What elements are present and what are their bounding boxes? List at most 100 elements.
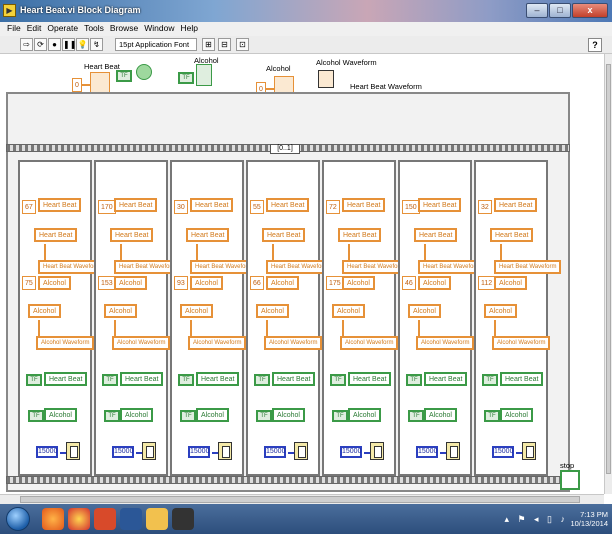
menu-tools[interactable]: Tools [81, 22, 107, 36]
wait-ms-icon[interactable] [522, 442, 536, 460]
heart-beat-local[interactable]: Heart Beat [338, 228, 382, 242]
vertical-scroll-thumb[interactable] [606, 64, 611, 474]
wait-ms-const[interactable]: 15000 [416, 446, 438, 458]
heart-beat-local[interactable]: Heart Beat [34, 228, 78, 242]
led-indicator-icon[interactable] [136, 64, 152, 80]
alc-numeric-const[interactable]: 46 [402, 276, 416, 290]
alcohol-local[interactable]: Alcohol [190, 276, 223, 290]
start-button[interactable] [6, 507, 30, 531]
bool-const[interactable]: TF [26, 374, 42, 386]
word-icon[interactable] [120, 508, 142, 530]
font-selector[interactable]: 15pt Application Font [115, 38, 197, 51]
retain-wire-values-icon[interactable]: ↯ [90, 38, 103, 51]
alcohol-led-icon[interactable] [196, 64, 212, 86]
bool-const-2[interactable]: TF [178, 72, 194, 84]
alcohol-local[interactable]: Alcohol [484, 304, 517, 318]
alcohol-led-local[interactable]: Alcohol [424, 408, 457, 422]
vertical-scrollbar[interactable] [604, 54, 612, 494]
alc-numeric-const[interactable]: 66 [250, 276, 264, 290]
alcohol-local[interactable]: Alcohol [104, 304, 137, 318]
alcohol-local[interactable]: Alcohol [266, 276, 299, 290]
horizontal-scrollbar[interactable] [0, 494, 604, 504]
case-selector[interactable]: [0..1] [270, 144, 300, 154]
run-arrow-icon[interactable]: ⇨ [20, 38, 33, 51]
alcohol-waveform-local[interactable]: Alcohol Waveform [36, 336, 95, 350]
bool-const[interactable]: TF [102, 374, 118, 386]
bool-const[interactable]: TF [330, 374, 346, 386]
alcohol-local[interactable]: Alcohol [408, 304, 441, 318]
alcohol-waveform-local[interactable]: Alcohol Waveform [188, 336, 247, 350]
wait-ms-const[interactable]: 15000 [112, 446, 134, 458]
heart-beat-local[interactable]: Heart Beat [266, 198, 310, 212]
alcohol-waveform-local[interactable]: Alcohol Waveform [340, 336, 399, 350]
waveform-chart-icon[interactable] [318, 70, 334, 88]
horizontal-scroll-thumb[interactable] [20, 496, 580, 503]
wait-ms-icon[interactable] [370, 442, 384, 460]
alcohol-local[interactable]: Alcohol [38, 276, 71, 290]
menu-window[interactable]: Window [141, 22, 177, 36]
alcohol-waveform-local[interactable]: Alcohol Waveform [112, 336, 171, 350]
firefox-icon[interactable] [42, 508, 64, 530]
bool-const[interactable]: TF [254, 374, 270, 386]
heart-beat-waveform-local[interactable]: Heart Beat Waveform [494, 260, 562, 274]
alc-numeric-const[interactable]: 75 [22, 276, 36, 290]
wait-ms-const[interactable]: 15000 [36, 446, 58, 458]
wait-ms-const[interactable]: 15000 [264, 446, 286, 458]
alcohol-local[interactable]: Alcohol [114, 276, 147, 290]
close-button[interactable]: x [572, 3, 608, 18]
pause-icon[interactable]: ❚❚ [62, 38, 76, 51]
heart-beat-led-local[interactable]: Heart Beat [500, 372, 544, 386]
bool-const[interactable]: TF [484, 410, 500, 422]
bool-const[interactable]: TF [28, 410, 44, 422]
alcohol-led-local[interactable]: Alcohol [120, 408, 153, 422]
minimize-button[interactable]: – [526, 3, 548, 18]
menu-help[interactable]: Help [178, 22, 201, 36]
alcohol-waveform-local[interactable]: Alcohol Waveform [416, 336, 475, 350]
hb-numeric-const[interactable]: 67 [22, 200, 36, 214]
wait-ms-const[interactable]: 15000 [340, 446, 362, 458]
hb-numeric-const[interactable]: 32 [478, 200, 492, 214]
chrome-icon[interactable] [68, 508, 90, 530]
abort-icon[interactable]: ● [48, 38, 61, 51]
menu-file[interactable]: File [4, 22, 24, 36]
wait-ms-const[interactable]: 15000 [492, 446, 514, 458]
bool-const[interactable]: TF [180, 410, 196, 422]
tray-icons[interactable]: ▴ ⚑ ◂ ▯ ♪ [504, 514, 568, 525]
hb-numeric-const[interactable]: 30 [174, 200, 188, 214]
alcohol-waveform-local[interactable]: Alcohol Waveform [264, 336, 323, 350]
bool-const[interactable]: TF [104, 410, 120, 422]
alcohol-local[interactable]: Alcohol [180, 304, 213, 318]
bool-const[interactable]: TF [482, 374, 498, 386]
labview-icon[interactable] [172, 508, 194, 530]
alcohol-local[interactable]: Alcohol [28, 304, 61, 318]
run-continuous-icon[interactable]: ⟳ [34, 38, 47, 51]
heart-beat-led-local[interactable]: Heart Beat [44, 372, 88, 386]
bool-const[interactable]: TF [408, 410, 424, 422]
wait-ms-const[interactable]: 15000 [188, 446, 210, 458]
bool-const[interactable]: TF [332, 410, 348, 422]
bool-const[interactable]: TF [116, 70, 132, 82]
powerpoint-icon[interactable] [94, 508, 116, 530]
heart-beat-local[interactable]: Heart Beat [414, 228, 458, 242]
alcohol-local[interactable]: Alcohol [342, 276, 375, 290]
alcohol-local[interactable]: Alcohol [332, 304, 365, 318]
menu-operate[interactable]: Operate [44, 22, 81, 36]
heart-beat-local[interactable]: Heart Beat [186, 228, 230, 242]
heart-beat-local[interactable]: Heart Beat [418, 198, 462, 212]
alcohol-local[interactable]: Alcohol [418, 276, 451, 290]
alcohol-led-local[interactable]: Alcohol [348, 408, 381, 422]
heart-beat-led-local[interactable]: Heart Beat [196, 372, 240, 386]
hb-numeric-const[interactable]: 72 [326, 200, 340, 214]
heart-beat-local[interactable]: Heart Beat [494, 198, 538, 212]
stop-button-terminal[interactable] [560, 470, 580, 490]
wait-ms-icon[interactable] [66, 442, 80, 460]
wait-ms-icon[interactable] [294, 442, 308, 460]
heart-beat-led-local[interactable]: Heart Beat [120, 372, 164, 386]
alcohol-led-local[interactable]: Alcohol [196, 408, 229, 422]
alc-numeric-const[interactable]: 112 [478, 276, 496, 290]
menu-browse[interactable]: Browse [107, 22, 141, 36]
folder-icon[interactable] [146, 508, 168, 530]
heart-beat-local[interactable]: Heart Beat [190, 198, 234, 212]
wait-ms-icon[interactable] [142, 442, 156, 460]
clock[interactable]: 7:13 PM 10/13/2014 [570, 510, 608, 528]
